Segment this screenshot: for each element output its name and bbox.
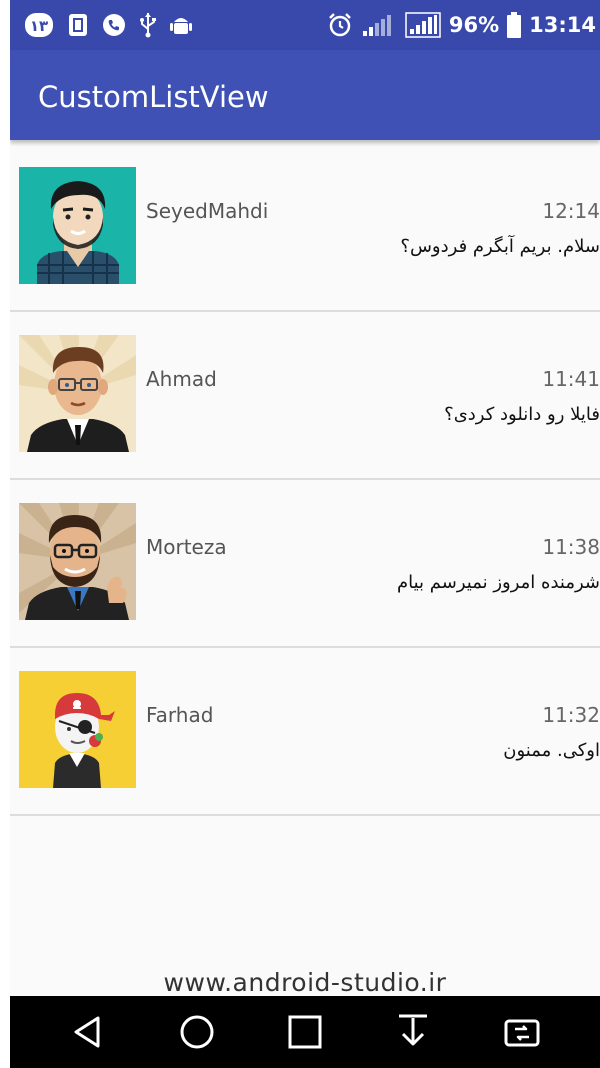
home-icon xyxy=(180,1015,214,1049)
recents-icon xyxy=(288,1015,322,1049)
list-item[interactable]: Farhad 11:32 اوکی. ممنون xyxy=(10,648,600,816)
contact-name: Ahmad xyxy=(146,367,217,391)
message-preview: سلام. بریم آبگرم فردوس؟ xyxy=(400,236,600,257)
alarm-icon xyxy=(327,12,353,38)
notification-pull-button[interactable] xyxy=(383,1002,443,1062)
message-time: 11:41 xyxy=(542,367,600,391)
phone-screen: ۱۳ 96% 13:14 CustomListView SeyedMahdi 1… xyxy=(10,0,600,1068)
avatar xyxy=(19,671,136,788)
list-item[interactable]: Morteza 11:38 شرمنده امروز نمیرسم بیام xyxy=(10,480,600,648)
battery-icon xyxy=(507,12,522,38)
signal-strength-2-icon xyxy=(405,12,441,38)
contact-name: SeyedMahdi xyxy=(146,199,269,223)
phone-call-icon xyxy=(102,13,126,37)
app-title: CustomListView xyxy=(38,80,269,114)
home-button[interactable] xyxy=(167,1002,227,1062)
signal-strength-icon xyxy=(361,13,397,37)
contact-name: Farhad xyxy=(146,703,214,727)
recents-button[interactable] xyxy=(275,1002,335,1062)
watermark-url: www.android-studio.ir xyxy=(163,968,447,997)
back-button[interactable] xyxy=(58,1002,118,1062)
list-item[interactable]: Ahmad 11:41 فایلا رو دانلود کردی؟ xyxy=(10,312,600,480)
avatar xyxy=(19,503,136,620)
android-debug-icon xyxy=(170,13,192,37)
contact-list[interactable]: SeyedMahdi 12:14 سلام. بریم آبگرم فردوس؟ xyxy=(10,144,600,816)
notification-count-icon: ۱۳ xyxy=(24,12,54,38)
navigation-bar xyxy=(10,996,600,1068)
message-time: 12:14 xyxy=(542,199,600,223)
battery-percent: 96% xyxy=(448,13,500,37)
message-time: 11:38 xyxy=(542,535,600,559)
screen-switch-button[interactable] xyxy=(492,1002,552,1062)
status-bar: ۱۳ 96% 13:14 xyxy=(10,0,600,50)
list-item[interactable]: SeyedMahdi 12:14 سلام. بریم آبگرم فردوس؟ xyxy=(10,144,600,312)
notification-count: ۱۳ xyxy=(30,17,48,35)
notification-pull-icon xyxy=(399,1014,428,1046)
avatar xyxy=(19,167,136,284)
screen-switch-icon xyxy=(504,1019,540,1047)
contact-name: Morteza xyxy=(146,535,227,559)
app-bar: CustomListView xyxy=(10,50,600,140)
avatar xyxy=(19,335,136,452)
back-icon xyxy=(74,1016,100,1048)
status-time: 13:14 xyxy=(529,13,596,37)
usb-icon xyxy=(140,12,156,38)
message-preview: فایلا رو دانلود کردی؟ xyxy=(444,404,600,425)
message-time: 11:32 xyxy=(542,703,600,727)
message-preview: شرمنده امروز نمیرسم بیام xyxy=(396,572,600,593)
sim-card-icon xyxy=(68,13,88,37)
message-preview: اوکی. ممنون xyxy=(503,740,600,761)
